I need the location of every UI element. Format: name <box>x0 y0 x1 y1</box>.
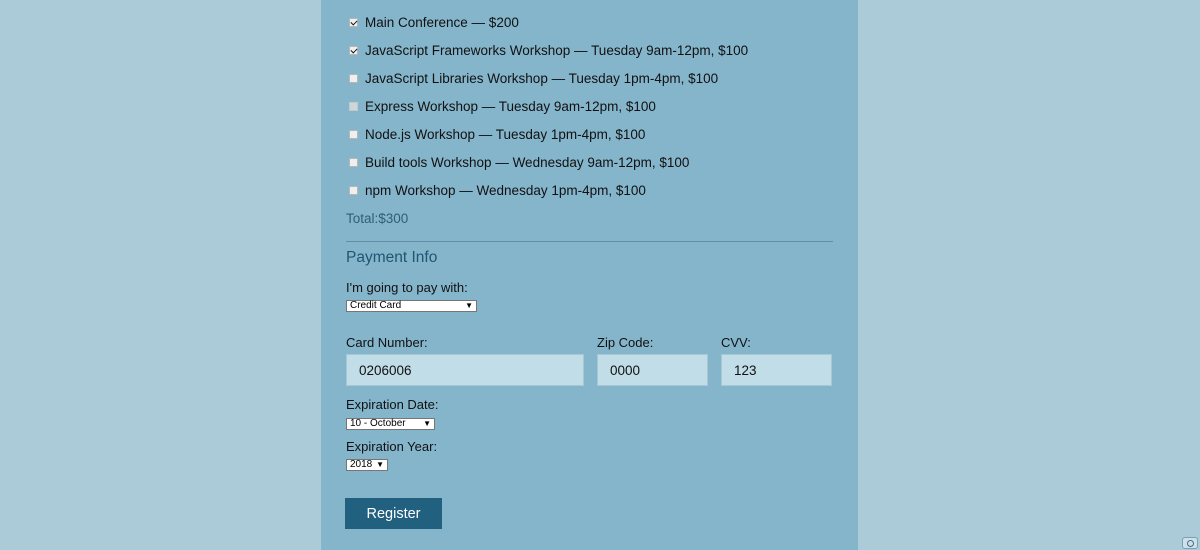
chevron-down-icon: ▼ <box>465 301 473 310</box>
zip-code-label: Zip Code: <box>597 335 654 350</box>
activity-label: Node.js Workshop — Tuesday 1pm-4pm, $100 <box>365 126 646 142</box>
checkbox-js-libraries[interactable] <box>349 73 358 83</box>
browser-extension-icon[interactable] <box>1182 537 1198 549</box>
activity-label: Express Workshop — Tuesday 9am-12pm, $10… <box>365 98 656 114</box>
activity-js-frameworks[interactable]: JavaScript Frameworks Workshop — Tuesday… <box>349 41 748 59</box>
activity-label: npm Workshop — Wednesday 1pm-4pm, $100 <box>365 182 646 198</box>
activity-nodejs[interactable]: Node.js Workshop — Tuesday 1pm-4pm, $100 <box>349 125 645 143</box>
payment-info-heading: Payment Info <box>346 249 438 266</box>
cvv-input[interactable]: 123 <box>721 354 832 386</box>
card-number-label: Card Number: <box>346 335 428 350</box>
activity-js-libraries[interactable]: JavaScript Libraries Workshop — Tuesday … <box>349 69 718 87</box>
activity-label: JavaScript Libraries Workshop — Tuesday … <box>365 70 719 86</box>
activity-label: Main Conference — $200 <box>365 14 519 30</box>
expiration-month-select[interactable]: 10 - October ▼ <box>346 418 435 430</box>
checkbox-express[interactable] <box>349 101 358 111</box>
card-number-input[interactable]: 0206006 <box>346 354 584 386</box>
chevron-down-icon: ▼ <box>376 460 384 469</box>
activity-npm[interactable]: npm Workshop — Wednesday 1pm-4pm, $100 <box>349 181 646 199</box>
chevron-down-icon: ▼ <box>423 419 431 428</box>
expiration-year-value: 2018 <box>350 459 373 470</box>
payment-method-label: I'm going to pay with: <box>346 280 468 295</box>
zip-code-input[interactable]: 0000 <box>597 354 708 386</box>
checkbox-npm[interactable] <box>349 185 358 195</box>
checkbox-nodejs[interactable] <box>349 129 358 139</box>
activity-express[interactable]: Express Workshop — Tuesday 9am-12pm, $10… <box>349 97 656 115</box>
activity-label: Build tools Workshop — Wednesday 9am-12p… <box>365 154 690 170</box>
activity-label: JavaScript Frameworks Workshop — Tuesday… <box>365 42 749 58</box>
expiration-date-label: Expiration Date: <box>346 397 439 412</box>
activity-build-tools[interactable]: Build tools Workshop — Wednesday 9am-12p… <box>349 153 689 171</box>
total-price: Total:$300 <box>346 211 409 226</box>
checkbox-main-conference[interactable] <box>349 17 358 27</box>
expiration-year-label: Expiration Year: <box>346 439 438 454</box>
expiration-month-value: 10 - October <box>350 418 406 429</box>
checkbox-js-frameworks[interactable] <box>349 45 358 55</box>
payment-method-value: Credit Card <box>350 300 402 311</box>
cvv-label: CVV: <box>721 335 751 350</box>
activity-main-conference[interactable]: Main Conference — $200 <box>349 13 519 31</box>
register-button[interactable]: Register <box>345 498 442 529</box>
checkbox-build-tools[interactable] <box>349 157 358 167</box>
payment-method-select[interactable]: Credit Card ▼ <box>346 300 477 312</box>
expiration-year-select[interactable]: 2018 ▼ <box>346 459 388 471</box>
section-divider <box>346 241 833 242</box>
